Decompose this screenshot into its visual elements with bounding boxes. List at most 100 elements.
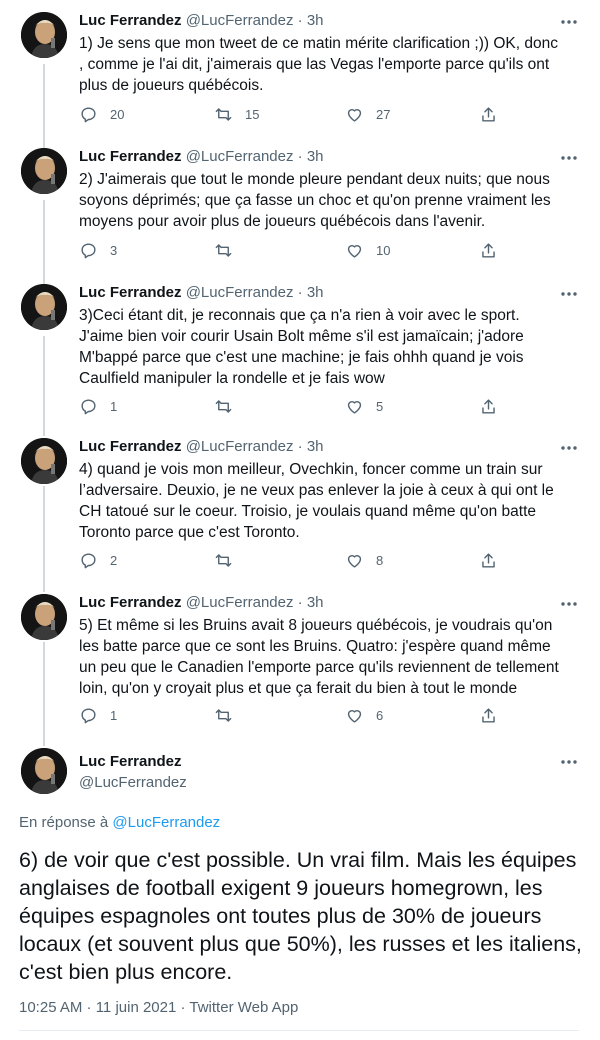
share-button[interactable] [479,240,498,260]
author-name[interactable]: Luc Ferrandez [79,594,182,611]
tweet-actions: 1 5 [79,396,579,416]
like-button[interactable]: 8 [345,550,383,570]
reply-icon [79,706,98,725]
thread-line [43,64,45,150]
share-icon [479,241,498,260]
author-handle[interactable]: @LucFerrandez [186,284,294,301]
author-name[interactable]: Luc Ferrandez [79,148,182,165]
author-name[interactable]: Luc Ferrandez [79,284,182,301]
reply-count: 2 [110,552,118,568]
tweet-actions: 3 10 [79,240,579,260]
reply-count: 20 [110,106,125,122]
avatar[interactable] [21,148,67,194]
retweet-icon [214,241,233,260]
share-button[interactable] [479,396,498,416]
avatar[interactable] [21,748,67,794]
like-count: 27 [376,106,391,122]
reply-count: 3 [110,242,118,258]
dot-separator: · [297,284,303,301]
share-button[interactable] [479,550,498,570]
like-button[interactable]: 6 [345,705,383,725]
tweet-header: Luc Ferrandez @LucFerrandez · 3h [79,12,324,29]
thread-line [43,336,45,436]
author-handle[interactable]: @LucFerrandez [186,594,294,611]
dot-separator: · [297,12,303,29]
avatar[interactable] [21,438,67,484]
author-name[interactable]: Luc Ferrandez [79,753,182,770]
share-button[interactable] [479,104,498,124]
reply-button[interactable]: 1 [79,396,117,416]
tweet-text: 5) Et même si les Bruins avait 8 joueurs… [79,617,559,697]
tweet-meta: 10:25 AM · 11 juin 2021 · Twitter Web Ap… [19,999,299,1016]
tweet-actions: 20 15 27 [79,104,579,124]
retweet-button[interactable] [214,396,245,416]
tweet-text: 2) J'aimerais que tout le monde pleure p… [79,171,551,230]
retweet-button[interactable]: 15 [214,104,259,124]
retweet-button[interactable] [214,240,245,260]
author-handle[interactable]: @LucFerrandez [79,774,187,791]
more-icon[interactable] [556,438,582,458]
tweet-actions: 2 8 [79,550,579,570]
tweet-header: Luc Ferrandez @LucFerrandez · 3h [79,594,324,611]
reply-icon [79,397,98,416]
reply-icon [79,551,98,570]
dot-separator: · [297,438,303,455]
more-icon[interactable] [556,752,582,772]
reply-prefix: En réponse à [19,814,109,831]
reply-button[interactable]: 1 [79,705,117,725]
tweet-time[interactable]: 3h [307,12,324,29]
reply-count: 1 [110,398,118,414]
tweet-time[interactable]: 3h [307,148,324,165]
like-count: 8 [376,552,384,568]
author-name[interactable]: Luc Ferrandez [79,12,182,29]
reply-button[interactable]: 2 [79,550,117,570]
author-name[interactable]: Luc Ferrandez [79,438,182,455]
author-handle[interactable]: @LucFerrandez [186,148,294,165]
more-icon[interactable] [556,594,582,614]
dot-separator: · [297,594,303,611]
avatar[interactable] [21,594,67,640]
tweet-header: Luc Ferrandez @LucFerrandez · 3h [79,148,324,165]
share-icon [479,397,498,416]
author-handle[interactable]: @LucFerrandez [186,438,294,455]
like-icon [345,105,364,124]
avatar[interactable] [21,284,67,330]
tweet-header: Luc Ferrandez @LucFerrandez · 3h [79,438,324,455]
avatar[interactable] [21,12,67,58]
more-icon[interactable] [556,12,582,32]
share-icon [479,105,498,124]
retweet-icon [214,551,233,570]
retweet-icon [214,706,233,725]
reply-button[interactable]: 3 [79,240,117,260]
like-button[interactable]: 27 [345,104,390,124]
retweet-button[interactable] [214,705,245,725]
divider [19,1030,579,1031]
like-button[interactable]: 5 [345,396,383,416]
share-button[interactable] [479,705,498,725]
tweet-text: 4) quand je vois mon meilleur, Ovechkin,… [79,461,554,541]
like-icon [345,241,364,260]
dot-separator: · [297,148,303,165]
more-icon[interactable] [556,148,582,168]
retweet-button[interactable] [214,550,245,570]
like-icon [345,551,364,570]
tweet-time[interactable]: 3h [307,594,324,611]
reply-handle-link[interactable]: @LucFerrandez [112,814,220,831]
reply-button[interactable]: 20 [79,104,124,124]
tweet-time[interactable]: 3h [307,284,324,301]
like-button[interactable]: 10 [345,240,390,260]
like-icon [345,397,364,416]
tweet-header: Luc Ferrandez @LucFerrandez · 3h [79,284,324,301]
retweet-icon [214,105,233,124]
like-count: 5 [376,398,384,414]
more-icon[interactable] [556,284,582,304]
share-icon [479,551,498,570]
share-icon [479,706,498,725]
tweet-time[interactable]: 3h [307,438,324,455]
retweet-count: 15 [245,106,260,122]
like-icon [345,706,364,725]
main-tweet-text: 6) de voir que c'est possible. Un vrai f… [19,848,582,984]
author-handle[interactable]: @LucFerrandez [186,12,294,29]
like-count: 10 [376,242,391,258]
thread-line [43,642,45,746]
